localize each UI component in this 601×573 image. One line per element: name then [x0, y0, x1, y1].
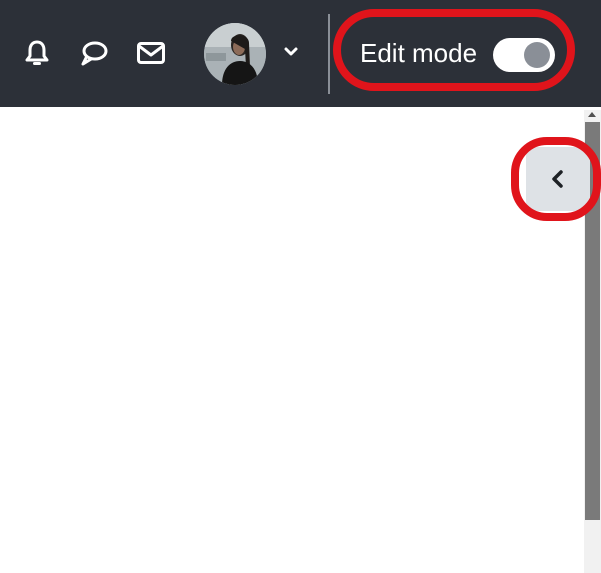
scroll-up-arrow-icon[interactable]	[588, 112, 596, 117]
notifications-bell-icon[interactable]	[22, 38, 52, 68]
edit-mode-highlight-annotation	[333, 9, 575, 91]
user-menu-chevron-down-icon[interactable]	[283, 44, 299, 60]
envelope-icon[interactable]	[136, 38, 166, 68]
user-avatar[interactable]	[204, 23, 266, 85]
top-navbar: Edit mode	[0, 0, 601, 107]
page: Edit mode	[0, 0, 601, 573]
chat-bubble-icon[interactable]	[79, 38, 109, 68]
drawer-toggle-highlight-annotation	[511, 137, 601, 221]
navbar-divider	[328, 14, 330, 94]
